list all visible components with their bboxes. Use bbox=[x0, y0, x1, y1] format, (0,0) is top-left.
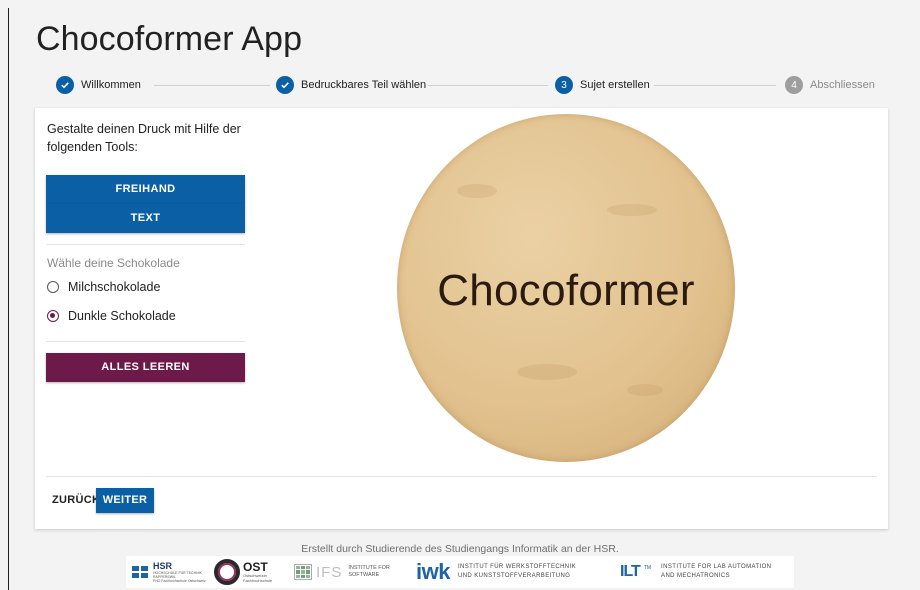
ifs-sub: SOFTWARE bbox=[348, 572, 380, 578]
footer-credit: Erstellt durch Studierende des Studienga… bbox=[301, 543, 619, 555]
hsr-squares-icon bbox=[132, 566, 148, 578]
ifs-grid-icon bbox=[294, 564, 312, 580]
chocolate-group-label: Wähle deine Schokolade bbox=[47, 256, 180, 270]
step-connector bbox=[428, 85, 548, 86]
ila-name: ILT bbox=[620, 563, 641, 580]
cookie-texture bbox=[627, 384, 663, 396]
ost-logo: OST Ostschweizer Fachhochschule bbox=[214, 556, 272, 588]
iwk-sub: UND KUNSTSTOFFVERARBEITUNG bbox=[457, 573, 571, 579]
step-connector bbox=[154, 85, 270, 86]
divider bbox=[46, 476, 877, 477]
step-bedruckbares-teil[interactable]: Bedruckbares Teil wählen bbox=[276, 76, 426, 94]
ila-sub: INSTITUTE FOR LAB AUTOMATION bbox=[661, 564, 772, 570]
ost-ring-icon bbox=[214, 559, 240, 585]
radio-label: Dunkle Schokolade bbox=[68, 309, 176, 323]
radio-dunkle-schokolade[interactable]: Dunkle Schokolade bbox=[47, 309, 176, 323]
step-label: Willkommen bbox=[81, 79, 141, 91]
editor-card: Gestalte deinen Druck mit Hilfe der folg… bbox=[35, 108, 888, 529]
step-label: Abschliessen bbox=[810, 79, 875, 91]
clear-all-button[interactable]: ALLES LEEREN bbox=[46, 353, 245, 382]
iwk-name: iwk bbox=[416, 559, 450, 584]
step-willkommen[interactable]: Willkommen bbox=[56, 76, 141, 94]
next-button[interactable]: WEITER bbox=[96, 488, 154, 513]
stepper: Willkommen Bedruckbares Teil wählen 3 Su… bbox=[36, 70, 888, 98]
window-edge bbox=[8, 8, 9, 590]
iwk-logo: iwk INSTITUT FÜR WERKSTOFFTECHNIK UND KU… bbox=[416, 556, 576, 588]
check-icon bbox=[56, 76, 74, 94]
hsr-sub: FHO Fachhochschule Ostschweiz bbox=[153, 578, 206, 583]
step-number: 4 bbox=[785, 76, 803, 94]
cookie-preview-text[interactable]: Chocoformer bbox=[397, 266, 735, 316]
ifs-logo: IFS INSTITUTE FOR SOFTWARE bbox=[294, 556, 390, 588]
hsr-name: HSR bbox=[153, 560, 173, 571]
partner-logos: HSR HOCHSCHULE FÜR TECHNIK RAPPERSWIL FH… bbox=[126, 556, 794, 588]
freehand-button[interactable]: FREIHAND bbox=[46, 175, 245, 204]
step-label: Sujet erstellen bbox=[580, 79, 650, 91]
ila-sub: AND MECHATRONICS bbox=[661, 573, 731, 579]
ila-tm: TM bbox=[643, 565, 652, 571]
divider bbox=[46, 341, 245, 342]
check-icon bbox=[276, 76, 294, 94]
ost-sub: Fachhochschule bbox=[243, 578, 273, 583]
step-number: 3 bbox=[555, 76, 573, 94]
text-button[interactable]: TEXT bbox=[46, 204, 245, 233]
cookie-texture bbox=[607, 204, 657, 216]
step-sujet-erstellen[interactable]: 3 Sujet erstellen bbox=[555, 76, 650, 94]
ifs-sub: INSTITUTE FOR bbox=[348, 565, 390, 571]
cookie-texture bbox=[457, 184, 497, 198]
ila-logo: ILT TM INSTITUTE FOR LAB AUTOMATION AND … bbox=[620, 556, 771, 588]
radio-label: Milchschokolade bbox=[68, 280, 161, 294]
cookie-canvas[interactable]: Chocoformer bbox=[397, 114, 735, 462]
ifs-name: IFS bbox=[316, 563, 343, 581]
app-title: Chocoformer App bbox=[36, 20, 303, 58]
step-connector bbox=[654, 85, 776, 86]
hsr-logo: HSR HOCHSCHULE FÜR TECHNIK RAPPERSWIL FH… bbox=[132, 556, 206, 588]
iwk-sub: INSTITUT FÜR WERKSTOFFTECHNIK bbox=[457, 564, 577, 570]
divider bbox=[46, 244, 245, 245]
step-abschliessen[interactable]: 4 Abschliessen bbox=[785, 76, 875, 94]
hsr-sub: HOCHSCHULE FÜR TECHNIK bbox=[153, 570, 202, 575]
radio-unchecked-icon[interactable] bbox=[47, 281, 59, 293]
radio-checked-icon[interactable] bbox=[47, 310, 59, 322]
ost-name: OST bbox=[243, 560, 268, 574]
cookie-texture bbox=[517, 364, 577, 380]
step-label: Bedruckbares Teil wählen bbox=[301, 79, 427, 91]
tools-intro: Gestalte deinen Druck mit Hilfe der folg… bbox=[47, 122, 241, 154]
radio-milchschokolade[interactable]: Milchschokolade bbox=[47, 280, 160, 294]
